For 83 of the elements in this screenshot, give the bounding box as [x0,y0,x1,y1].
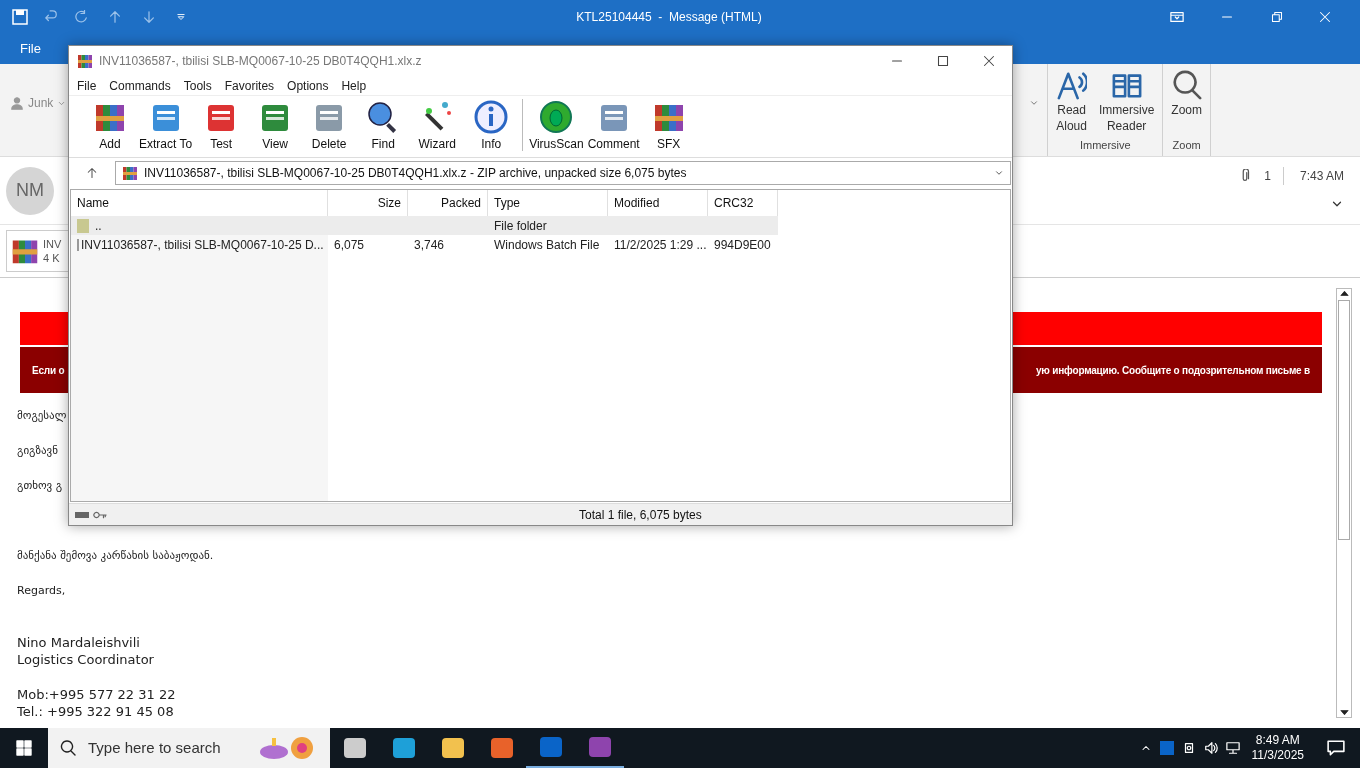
table-cell-text: 6,075 [334,236,365,254]
ribbon-display-icon[interactable] [1170,10,1184,24]
person-icon [10,96,24,110]
table-cell-text: File folder [494,217,547,235]
notification-icon[interactable] [1327,739,1345,757]
maximize-icon[interactable] [937,55,949,67]
table-cell-text: .. [95,217,102,235]
network-icon[interactable] [1225,741,1240,755]
menu-item[interactable]: Tools [183,76,212,95]
redo-icon[interactable] [74,10,88,24]
up-arrow-icon[interactable] [108,10,122,24]
status-text: Total 1 file, 6,075 bytes [579,506,702,524]
table-cell-text: 3,746 [414,236,445,254]
start-icon[interactable] [16,740,32,756]
scrollbar[interactable] [1336,288,1352,718]
scroll-down-icon[interactable] [1339,708,1349,717]
caret-icon [994,168,1004,178]
avatar: NM [6,166,54,215]
taskbar-search-field[interactable]: Type here to search [48,728,330,768]
file-row[interactable]: .. File folder [71,216,778,235]
toolbar-button[interactable]: Comment [585,99,642,153]
restore-icon[interactable] [1271,11,1283,23]
contact-text: Tel.: +995 322 91 45 08 [17,703,175,720]
letter-a-icon [1056,70,1087,100]
body-text: გიგზავნ [17,443,59,459]
search-icon [60,740,76,756]
window-title: KTL25104445 - Message (HTML) [576,9,762,26]
table-cell-text: 994D9E00 [714,236,771,254]
table-cell-text: Windows Batch File [494,236,600,254]
toolbar-button[interactable]: Extract To [137,99,195,153]
attachment-size: 4 K [43,251,61,265]
body-text: მანქანა შემოვა კარწახის საბაჟოდან. [17,548,215,564]
scroll-thumb[interactable] [1338,300,1350,540]
search-icon [1171,70,1202,100]
toolbar-button[interactable]: Wizard [410,99,465,153]
contact-text: Mob:+995 577 22 31 22 [17,686,177,703]
menu-item[interactable]: File [77,76,97,95]
toolbar-button[interactable]: Add [83,99,137,153]
banner-text: ую информацию. Сообщите о подозрительном письме в [1036,363,1310,378]
toolbar-button[interactable]: SFX [641,99,696,153]
signature-text: Logistics Coordinator [17,651,155,668]
save-icon[interactable] [12,9,28,25]
menu-item[interactable]: Commands [109,76,171,95]
toolbar-button[interactable]: View [248,99,303,153]
ribbon-button[interactable]: Zoom [1167,68,1206,137]
group-label: Zoom [1172,137,1201,153]
toolbar-button[interactable]: Info [464,99,519,153]
ribbon-button[interactable]: Read Aloud [1052,68,1091,137]
attachment-card[interactable]: INV 4 K [6,230,68,272]
table-cell-text: 11/2/2025 1:29 ... [614,236,707,254]
attachment-count: 1 [1264,168,1271,185]
menu-item[interactable]: Favorites [224,76,275,95]
address-field[interactable]: INV11036587-, tbilisi SLB-MQ0067-10-25 DB0T4QQH1.xlx.z - ZIP archive, unpacked size 6,075 bytes [115,161,1011,185]
toolbar-button[interactable]: Test [194,99,249,153]
toolbar-button[interactable]: VirusScan [527,99,586,153]
attachment-name: INV [43,237,62,251]
ribbon-button[interactable]: Immersive Reader [1094,68,1159,137]
down-arrow-icon[interactable] [142,10,156,24]
signature-text: Nino Mardaleishvili [17,634,141,651]
file-tab[interactable]: File [0,39,61,59]
caret-icon[interactable] [1029,98,1040,108]
toolbar-button[interactable]: Find [356,99,411,153]
file-row[interactable]: INV11036587-, tbilisi SLB-MQ0067-10-25 D... 6,075 3,746 Windows Batch File 11/2/2025 1:29 ... 994D9E00 [71,235,778,254]
undo-icon[interactable] [44,10,58,24]
info-icon [473,99,510,135]
speaker-icon[interactable] [1203,741,1218,755]
group-label: Immersive [1079,137,1131,153]
table-cell-text: INV11036587-, tbilisi SLB-MQ0067-10-25 D... [81,236,324,254]
window-title: INV11036587-, tbilisi SLB-MQ0067-10-25 DB0T4QQH1.xlx.z [99,53,422,70]
menu-item[interactable]: Help [341,76,367,95]
body-text: გთხოვ გ [17,478,64,494]
up-arrow-icon[interactable] [86,167,98,179]
received-time: 7:43 AM [1282,167,1344,185]
body-text: მოგესალ [17,408,68,424]
customize-icon[interactable] [176,12,186,22]
drive-icon [75,511,89,518]
menu-item[interactable]: Options [287,76,329,95]
body-text: Regards, [17,583,67,599]
scroll-up-icon[interactable] [1339,289,1349,298]
banner-text: Если о [32,363,65,378]
toolbar-button[interactable]: Delete [302,99,357,153]
clock[interactable]: 8:49 AM 11/3/2025 [1243,733,1312,763]
close-icon[interactable] [983,55,995,67]
